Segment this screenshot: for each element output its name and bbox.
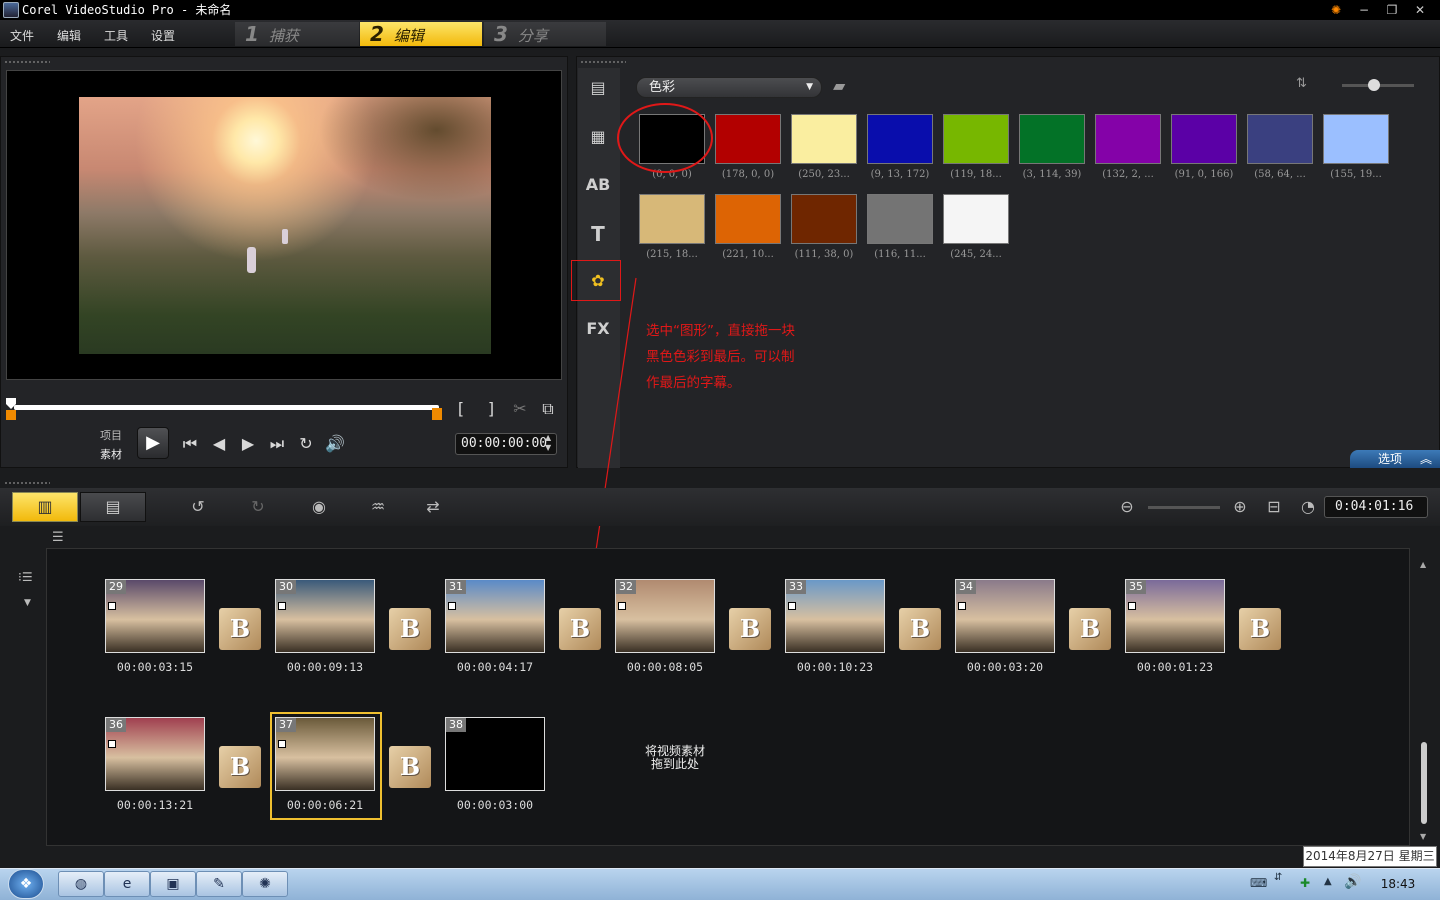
date-tooltip: 2014年8月27日 星期三	[1303, 846, 1437, 867]
start-button[interactable]: ❖	[8, 869, 44, 899]
audio-icon	[108, 740, 116, 748]
chevron-down-icon[interactable]: ▼	[24, 598, 36, 608]
audio-icon	[958, 602, 966, 610]
clip-duration: 00:00:09:13	[286, 660, 364, 674]
transition-thumbnail[interactable]: B	[1239, 608, 1281, 650]
clip-number: 29	[106, 580, 126, 594]
transition-thumbnail[interactable]: B	[219, 746, 261, 788]
video-clip[interactable]: 33	[785, 579, 885, 653]
audio-icon	[278, 602, 286, 610]
transition-thumbnail[interactable]: B	[729, 608, 771, 650]
chapter-cue-icon[interactable]: ⁝☰	[18, 570, 42, 586]
transition-thumbnail[interactable]: B	[559, 608, 601, 650]
taskbar-app[interactable]: ▣	[150, 871, 196, 897]
clip-number: 32	[616, 580, 636, 594]
keyboard-icon[interactable]: ⌨	[1250, 876, 1267, 890]
video-clip[interactable]: 30	[275, 579, 375, 653]
clip-duration: 00:00:01:23	[1136, 660, 1214, 674]
taskbar-ie[interactable]: e	[104, 871, 150, 897]
audio-icon	[448, 602, 456, 610]
video-clip[interactable]: 32	[615, 579, 715, 653]
clip-number: 36	[106, 718, 126, 732]
transition-thumbnail[interactable]: B	[899, 608, 941, 650]
clip-number: 33	[786, 580, 806, 594]
network-icon[interactable]: ⇵	[1274, 872, 1282, 883]
fit-project-icon[interactable]: ⊟	[1259, 495, 1289, 519]
drop-hint: 将视频素材拖到此处	[644, 744, 705, 771]
clip-number: 34	[956, 580, 976, 594]
transition-thumbnail[interactable]: B	[219, 608, 261, 650]
record-capture-icon[interactable]: ◉	[304, 495, 334, 519]
audio-icon	[1128, 602, 1136, 610]
transition-thumbnail[interactable]: B	[389, 608, 431, 650]
clock[interactable]: 18:43	[1370, 871, 1426, 897]
transition-thumbnail[interactable]: B	[389, 746, 431, 788]
taskbar-qq[interactable]: ◍	[58, 871, 104, 897]
speaker-icon[interactable]: 🔊	[1344, 874, 1361, 890]
audio-icon	[618, 602, 626, 610]
clip-duration: 00:00:03:20	[966, 660, 1044, 674]
audio-icon	[788, 602, 796, 610]
clip-duration: 00:00:04:17	[456, 660, 534, 674]
timeline-view-button[interactable]: ▤	[80, 492, 146, 522]
zoom-slider[interactable]	[1148, 506, 1220, 509]
clip-duration: 00:00:06:21	[286, 798, 364, 812]
project-duration: 0:04:01:16	[1324, 496, 1428, 518]
track-manager-icon[interactable]: ☰	[52, 530, 76, 546]
taskbar-paint[interactable]: ✎	[196, 871, 242, 897]
panel-grip[interactable]	[4, 481, 50, 485]
video-clip[interactable]: 38	[445, 717, 545, 791]
audio-mixer-icon[interactable]: ♒	[363, 495, 393, 519]
clip-duration: 00:00:03:00	[456, 798, 534, 812]
taskbar-videostudio[interactable]: ✺	[242, 871, 288, 897]
auto-music-icon[interactable]: ⇄	[418, 495, 448, 519]
clip-number: 30	[276, 580, 296, 594]
clip-duration: 00:00:08:05	[626, 660, 704, 674]
clip-duration: 00:00:03:15	[116, 660, 194, 674]
clip-number: 38	[446, 718, 466, 732]
zoom-in-icon[interactable]: ⊕	[1225, 495, 1255, 519]
transition-thumbnail[interactable]: B	[1069, 608, 1111, 650]
scroll-up-icon[interactable]: ▲	[1420, 560, 1426, 569]
undo-icon[interactable]: ↺	[183, 495, 213, 519]
scrollbar-thumb[interactable]	[1421, 742, 1427, 824]
clip-number: 31	[446, 580, 466, 594]
storyboard-view-button[interactable]: ▥	[12, 492, 78, 522]
clip-number: 35	[1126, 580, 1146, 594]
video-clip[interactable]: 31	[445, 579, 545, 653]
audio-icon	[108, 602, 116, 610]
tray-expand-icon[interactable]: ▲	[1324, 876, 1332, 887]
timeline-toolbar	[0, 488, 1440, 526]
scroll-down-icon[interactable]: ▼	[1420, 832, 1426, 841]
security-icon[interactable]: ✚	[1300, 876, 1310, 890]
video-clip[interactable]: 34	[955, 579, 1055, 653]
video-clip[interactable]: 35	[1125, 579, 1225, 653]
zoom-out-icon[interactable]: ⊖	[1112, 495, 1142, 519]
clip-duration: 00:00:10:23	[796, 660, 874, 674]
duration-icon[interactable]: ◔	[1293, 495, 1323, 519]
redo-icon[interactable]: ↻	[243, 495, 273, 519]
video-clip[interactable]: 29	[105, 579, 205, 653]
video-clip[interactable]: 36	[105, 717, 205, 791]
clip-duration: 00:00:13:21	[116, 798, 194, 812]
